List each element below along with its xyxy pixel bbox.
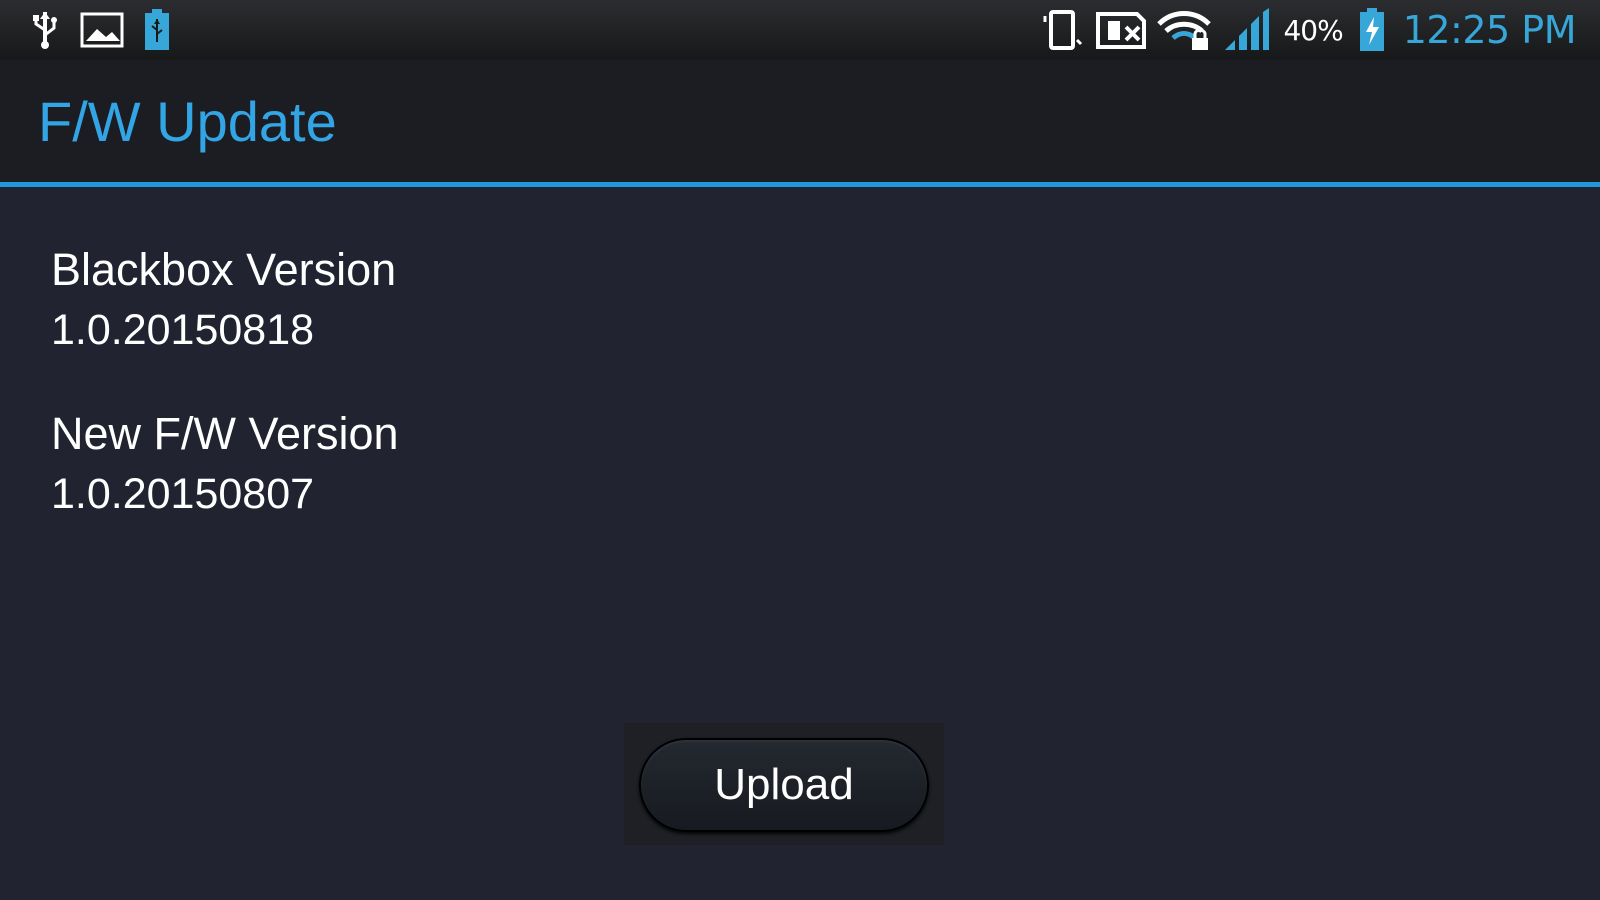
signal-icon [1221, 8, 1273, 52]
battery-percent: 40% [1283, 13, 1343, 47]
status-bar: 40% 12:25 PM [0, 0, 1600, 60]
page-title: F/W Update [38, 90, 337, 153]
battery-charging-icon [1357, 7, 1387, 53]
blackbox-version-item: Blackbox Version 1.0.20150818 [51, 243, 751, 407]
blackbox-version-value: 1.0.20150818 [51, 306, 315, 354]
new-fw-version-item: New F/W Version 1.0.20150807 [51, 407, 751, 571]
action-bar: F/W Update [0, 60, 1600, 182]
wifi-lock-icon [1157, 8, 1212, 52]
status-left-icons [28, 8, 172, 52]
upload-button-panel: Upload [624, 723, 944, 845]
firmware-info-list: Blackbox Version 1.0.20150818 New F/W Ve… [51, 243, 751, 571]
status-clock: 12:25 PM [1402, 8, 1577, 52]
vibrate-icon [1039, 8, 1085, 52]
title-divider [0, 182, 1600, 187]
new-fw-version-value: 1.0.20150807 [51, 470, 315, 518]
image-icon [80, 11, 124, 49]
no-sim-icon [1095, 9, 1147, 51]
usb-battery-icon [142, 8, 172, 52]
status-right-icons: 40% 12:25 PM [1039, 7, 1577, 53]
blackbox-version-label: Blackbox Version [51, 244, 397, 295]
usb-icon [28, 10, 62, 50]
upload-button[interactable]: Upload [639, 738, 929, 832]
new-fw-version-label: New F/W Version [51, 408, 399, 459]
